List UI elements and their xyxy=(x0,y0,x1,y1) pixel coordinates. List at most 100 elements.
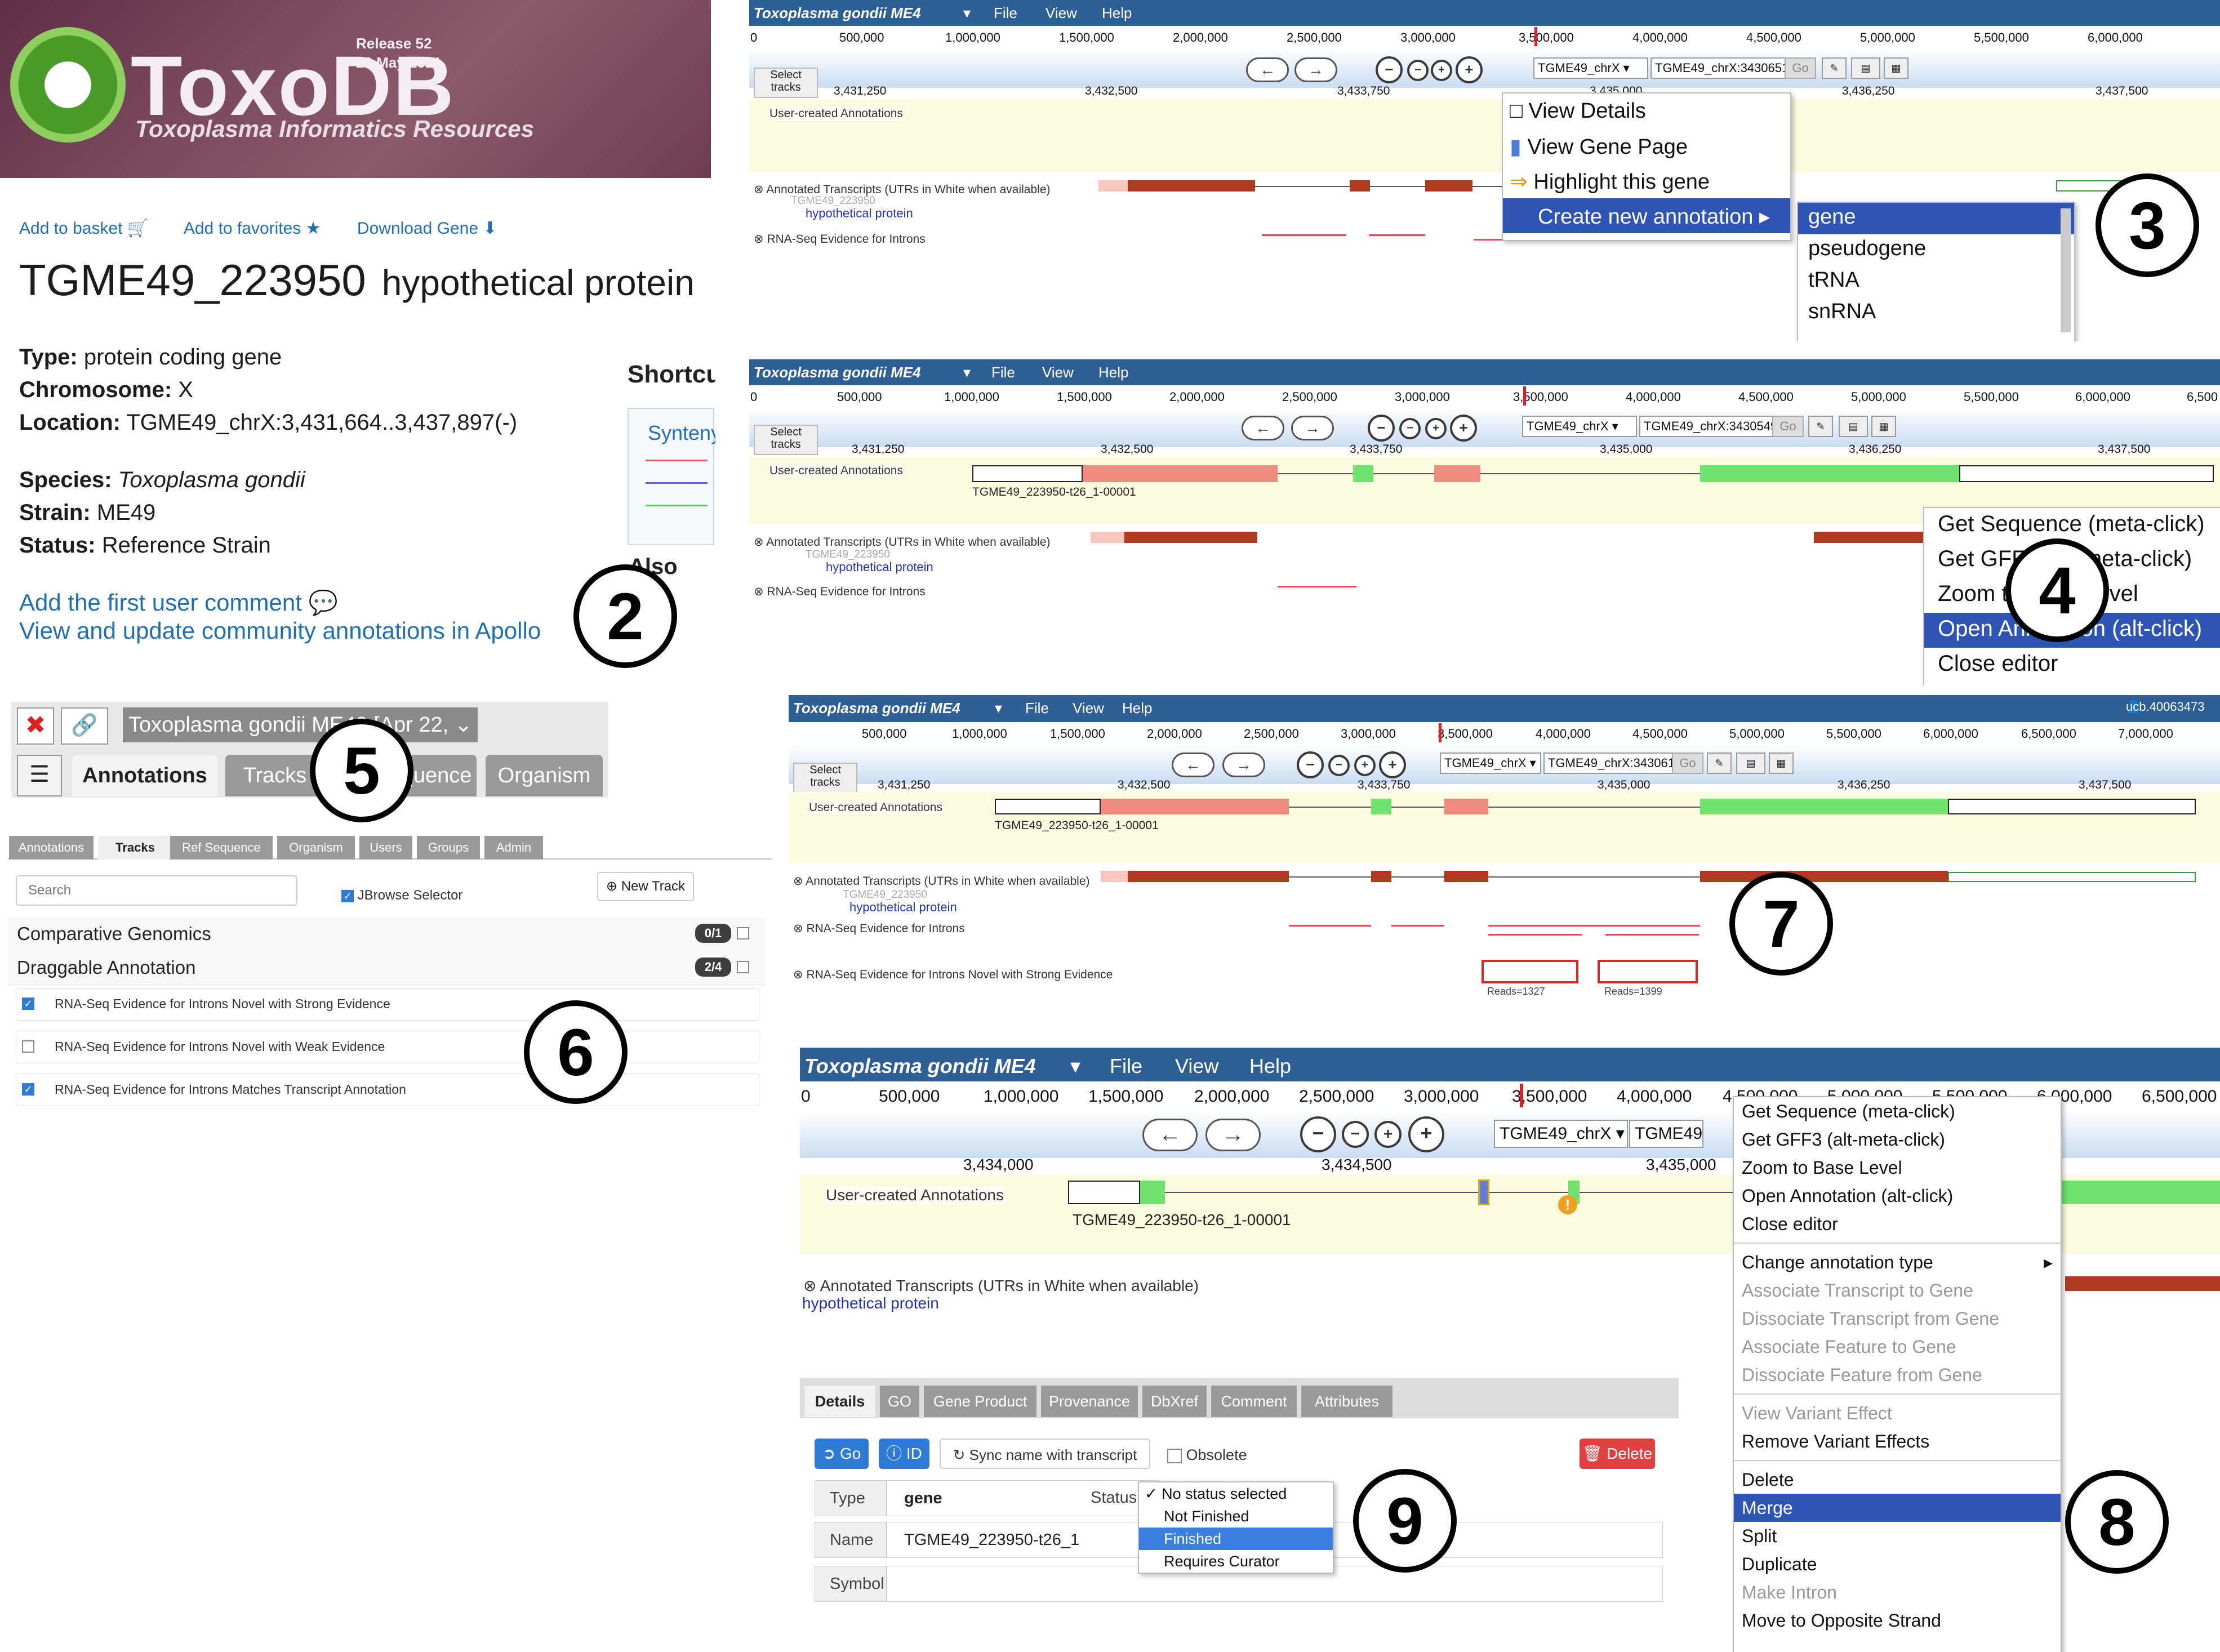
dropdown-arrow-icon[interactable]: ▾ xyxy=(1070,1054,1080,1078)
zoom-in-icon[interactable]: + xyxy=(1374,1121,1402,1148)
jbrowse-selector-checkbox[interactable]: ✓ xyxy=(341,889,354,902)
menu-zoom-base[interactable]: Zoom to Base Level xyxy=(1734,1154,2061,1182)
chromosome-select[interactable]: TGME49_chrX ▾ xyxy=(1533,57,1648,79)
status-option[interactable]: ✓ No status selected xyxy=(1139,1482,1333,1505)
annotation-exon[interactable] xyxy=(1700,465,1959,482)
subtab-admin[interactable]: Admin xyxy=(484,836,543,860)
subtab-ref-sequence[interactable]: Ref Sequence xyxy=(170,836,273,860)
user-annotation-track[interactable]: User-created Annotations TGME49_223950-t… xyxy=(789,792,2220,863)
track-row[interactable]: ✓ RNA-Seq Evidence for Introns Novel wit… xyxy=(16,988,759,1021)
status-option[interactable]: Not Finished xyxy=(1139,1505,1333,1528)
menu-open-annotation[interactable]: Open Annotation (alt-click) xyxy=(1734,1182,2061,1210)
zoom-in-icon[interactable]: + xyxy=(1425,418,1447,439)
menu-view[interactable]: View xyxy=(1046,5,1077,22)
pan-left-icon[interactable]: ← xyxy=(1242,416,1284,440)
tab-provenance[interactable]: Provenance xyxy=(1041,1386,1138,1417)
coding-exon[interactable] xyxy=(1128,180,1255,192)
subtab-groups[interactable]: Groups xyxy=(417,836,480,860)
track-tool-icon[interactable]: ▤ xyxy=(1736,752,1765,774)
zoom-in-large-icon[interactable]: + xyxy=(1379,751,1406,778)
selected-exon[interactable] xyxy=(1478,1179,1489,1205)
intron-read[interactable] xyxy=(1369,234,1425,236)
add-comment-link[interactable]: Add the first user comment 💬 xyxy=(19,589,338,617)
tab-attributes[interactable]: Attributes xyxy=(1301,1386,1392,1417)
intron-read[interactable] xyxy=(1278,586,1356,587)
location-input[interactable]: TGME49_chrX:3430618..34 xyxy=(1543,752,1674,774)
tab-organism[interactable]: Organism xyxy=(486,755,603,796)
organism-dropdown[interactable]: Toxoplasma gondii ME49 [Apr 22, ⌄ xyxy=(123,707,478,742)
zoom-in-icon[interactable]: + xyxy=(1431,60,1452,81)
menu-split[interactable]: Split xyxy=(1734,1522,2061,1550)
category-checkbox[interactable] xyxy=(737,961,749,973)
submenu-scrollbar[interactable] xyxy=(2061,208,2071,332)
pan-left-icon[interactable]: ← xyxy=(1142,1119,1198,1151)
track-tool-icon[interactable]: ▤ xyxy=(1839,416,1868,437)
menu-merge[interactable]: Merge xyxy=(1734,1494,2061,1522)
menu-get-sequence[interactable]: Get Sequence (meta-click) xyxy=(1924,508,2220,543)
position-marker[interactable] xyxy=(1534,27,1537,46)
tab-annotations[interactable]: Annotations xyxy=(72,755,217,796)
pan-right-icon[interactable]: → xyxy=(1291,416,1334,440)
utr-box[interactable] xyxy=(1068,1181,1140,1204)
menu-file[interactable]: File xyxy=(994,5,1017,22)
location-input[interactable]: TGME49_chrX:3430549..34 xyxy=(1639,416,1774,437)
menu-file[interactable]: File xyxy=(1110,1054,1142,1078)
go-to-button[interactable]: ➲ Go xyxy=(815,1439,869,1469)
rna-tool-icon[interactable]: ▦ xyxy=(1871,416,1896,437)
utr-box[interactable] xyxy=(1959,465,2214,482)
zoom-out-icon[interactable]: − xyxy=(1407,60,1429,81)
coding-exon[interactable] xyxy=(1128,871,1289,882)
warning-icon[interactable]: ! xyxy=(1558,1195,1577,1214)
coding-exon[interactable] xyxy=(1350,180,1370,192)
menu-get-gff3[interactable]: Get GFF3 (alt-meta-click) xyxy=(1734,1125,2061,1154)
menu-view[interactable]: View xyxy=(1175,1054,1218,1078)
add-to-favorites-link[interactable]: Add to favorites ★ xyxy=(184,219,321,238)
coding-exon[interactable] xyxy=(1124,532,1257,543)
annotation-exon[interactable] xyxy=(1140,1181,1165,1204)
menu-change-type[interactable]: Change annotation type ▸ xyxy=(1734,1248,2061,1276)
tab-comment[interactable]: Comment xyxy=(1211,1386,1297,1417)
menu-help[interactable]: Help xyxy=(1122,700,1152,717)
highlight-tool-icon[interactable]: ✎ xyxy=(1707,752,1732,774)
zoom-in-large-icon[interactable]: + xyxy=(1450,415,1477,442)
chromosome-select[interactable]: TGME49_chrX ▾ xyxy=(1494,1120,1628,1148)
annotation-exon[interactable] xyxy=(1353,465,1373,482)
subtab-users[interactable]: Users xyxy=(359,836,412,860)
menu-help[interactable]: Help xyxy=(1249,1054,1291,1078)
pan-right-icon[interactable]: → xyxy=(1294,57,1337,82)
menu-help[interactable]: Help xyxy=(1098,364,1128,381)
pan-right-icon[interactable]: → xyxy=(1222,752,1265,777)
track-row[interactable]: RNA-Seq Evidence for Introns Novel with … xyxy=(16,1031,759,1063)
intron-read[interactable] xyxy=(1605,934,1699,936)
position-marker[interactable] xyxy=(1439,723,1442,742)
menu-duplicate[interactable]: Duplicate xyxy=(1734,1550,2061,1578)
annotation-exon[interactable] xyxy=(1700,799,1948,814)
zoom-out-large-icon[interactable]: − xyxy=(1300,1116,1336,1152)
coding-exon[interactable] xyxy=(1444,871,1488,882)
strong-evidence-read[interactable] xyxy=(1482,960,1578,983)
close-icon[interactable]: ✖ xyxy=(17,707,54,745)
go-button[interactable]: Go xyxy=(1672,752,1703,774)
track-checkbox[interactable] xyxy=(22,1040,34,1053)
zoom-out-icon[interactable]: − xyxy=(1342,1121,1369,1148)
zoom-in-large-icon[interactable]: + xyxy=(1408,1116,1444,1152)
highlight-tool-icon[interactable]: ✎ xyxy=(1808,416,1833,437)
utr-box[interactable] xyxy=(995,799,1101,814)
menu-delete[interactable]: Delete xyxy=(1734,1466,2061,1494)
submenu-snrna[interactable]: snRNA xyxy=(1798,297,2074,329)
menu-file[interactable]: File xyxy=(991,364,1015,381)
tab-gene-product[interactable]: Gene Product xyxy=(924,1386,1036,1417)
annotation-exon[interactable] xyxy=(1444,799,1488,814)
location-input[interactable]: TGME49_ch xyxy=(1629,1120,1703,1148)
utr-box[interactable] xyxy=(972,465,1083,482)
go-button[interactable]: Go xyxy=(1785,57,1816,79)
add-to-basket-link[interactable]: Add to basket 🛒 xyxy=(19,219,148,238)
status-option[interactable]: Requires Curator xyxy=(1139,1550,1333,1573)
menu-get-sequence[interactable]: Get Sequence (meta-click) xyxy=(1734,1097,2061,1125)
status-option-selected[interactable]: Finished xyxy=(1139,1528,1333,1550)
utr-box[interactable] xyxy=(1948,799,2196,814)
intron-read[interactable] xyxy=(1474,239,1502,241)
coding-exon[interactable] xyxy=(1371,871,1391,882)
intron-read[interactable] xyxy=(1262,234,1346,236)
dropdown-arrow-icon[interactable]: ▾ xyxy=(995,700,1002,717)
